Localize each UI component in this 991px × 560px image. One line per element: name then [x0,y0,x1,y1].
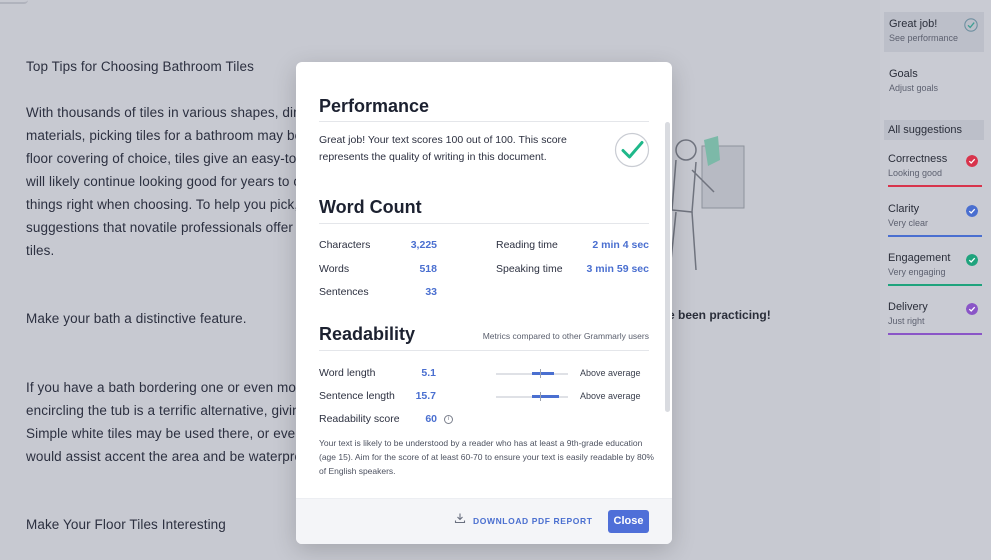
readability-title: Readability [319,324,416,344]
word-count-title: Word Count [319,197,422,217]
check-icon [966,254,978,266]
divider [319,223,649,224]
doc-line[interactable]: encircling the tub is a terrific alterna… [26,403,300,418]
person-illustration [669,136,745,271]
sidebar-item-subtitle: Very clear [888,218,929,228]
sidebar-item-subtitle: Just right [888,316,925,326]
performance-title: Performance [319,96,430,116]
category-bar [888,284,982,286]
sidebar-item-delivery[interactable]: Delivery Just right [888,301,982,335]
download-pdf-link[interactable]: DOWNLOAD PDF REPORT [473,516,593,526]
doc-line[interactable]: floor covering of choice, tiles give an … [26,151,301,166]
speaking-time-label: Speaking time [496,263,563,275]
speaking-time-value: 3 min 59 sec [586,263,649,275]
doc-line[interactable]: tiles. [26,243,54,258]
word-length-value: 5.1 [421,367,436,379]
category-bar [888,185,982,187]
metrics-note: Metrics compared to other Grammarly user… [482,331,649,341]
doc-line[interactable]: would assist accent the area and be wate… [26,449,302,464]
performance-text: Great job! Your text scores 100 out of 1… [319,134,567,163]
sidebar-item-subtitle: See performance [889,33,959,43]
modal-scrollbar[interactable] [665,122,670,412]
words-label: Words [319,263,350,275]
readability-score-value: 60 [425,413,437,425]
doc-line[interactable]: materials, picking tiles for a bathroom … [26,128,302,143]
download-icon[interactable] [454,512,466,524]
reading-time-label: Reading time [496,239,558,251]
close-button[interactable]: Close [608,510,649,533]
sentence-length-value: 15.7 [415,390,436,402]
doc-line[interactable]: Simple white tiles may be used there, or… [26,426,303,441]
divider [319,350,649,351]
sidebar-item-subtitle: Very engaging [888,267,946,277]
performance-modal: Performance Great job! Your text scores … [296,62,672,544]
word-length-status: Above average [580,368,641,378]
behind-modal-text: e been practicing! [668,308,771,322]
divider [319,121,649,122]
sidebar-item-correctness[interactable]: Correctness Looking good [888,153,982,187]
readability-explanation: Your text is likely to be understood by … [319,438,654,476]
doc-line[interactable]: will likely continue looking good for ye… [26,174,300,189]
modal-footer: DOWNLOAD PDF REPORT Close [296,498,672,544]
check-icon [964,18,978,32]
sentence-length-status: Above average [580,391,641,401]
sidebar-item-all-suggestions[interactable]: All suggestions [884,120,984,140]
word-length-bar [496,369,568,378]
words-value: 518 [419,263,437,275]
doc-line[interactable]: With thousands of tiles in various shape… [26,105,304,120]
success-check-icon [614,132,650,168]
sidebar-item-engagement[interactable]: Engagement Very engaging [888,252,982,286]
sentences-label: Sentences [319,286,369,298]
sidebar-item-title: Goals [889,68,918,80]
category-bar [888,333,982,335]
word-length-label: Word length [319,367,376,379]
doc-line[interactable]: If you have a bath bordering one or even… [26,380,308,395]
doc-heading[interactable]: Make your bath a distinctive feature. [26,311,247,326]
check-icon [966,303,978,315]
sidebar-item-goals[interactable]: Goals Adjust goals [889,68,984,93]
sentences-value: 33 [425,286,437,298]
readability-score-label: Readability score [319,413,400,425]
category-bar [888,235,982,237]
characters-value: 3,225 [410,239,437,251]
sidebar-item-clarity[interactable]: Clarity Very clear [888,203,982,237]
doc-line[interactable]: things right when choosing. To help you … [26,197,298,212]
sentence-length-label: Sentence length [319,390,395,402]
check-icon [966,155,978,167]
doc-heading[interactable]: Make Your Floor Tiles Interesting [26,517,226,532]
check-icon [966,205,978,217]
doc-title[interactable]: Top Tips for Choosing Bathroom Tiles [26,59,254,74]
info-icon[interactable]: i [444,415,453,424]
reading-time-value: 2 min 4 sec [592,239,649,251]
corner-decoration [0,0,28,4]
sidebar-item-subtitle: Adjust goals [889,83,939,93]
sentence-length-bar [496,392,568,401]
characters-label: Characters [319,239,371,251]
doc-line[interactable]: suggestions that novatile professionals … [26,220,304,235]
sidebar-item-performance[interactable]: Great job! See performance [884,12,984,52]
sidebar-item-subtitle: Looking good [888,168,943,178]
